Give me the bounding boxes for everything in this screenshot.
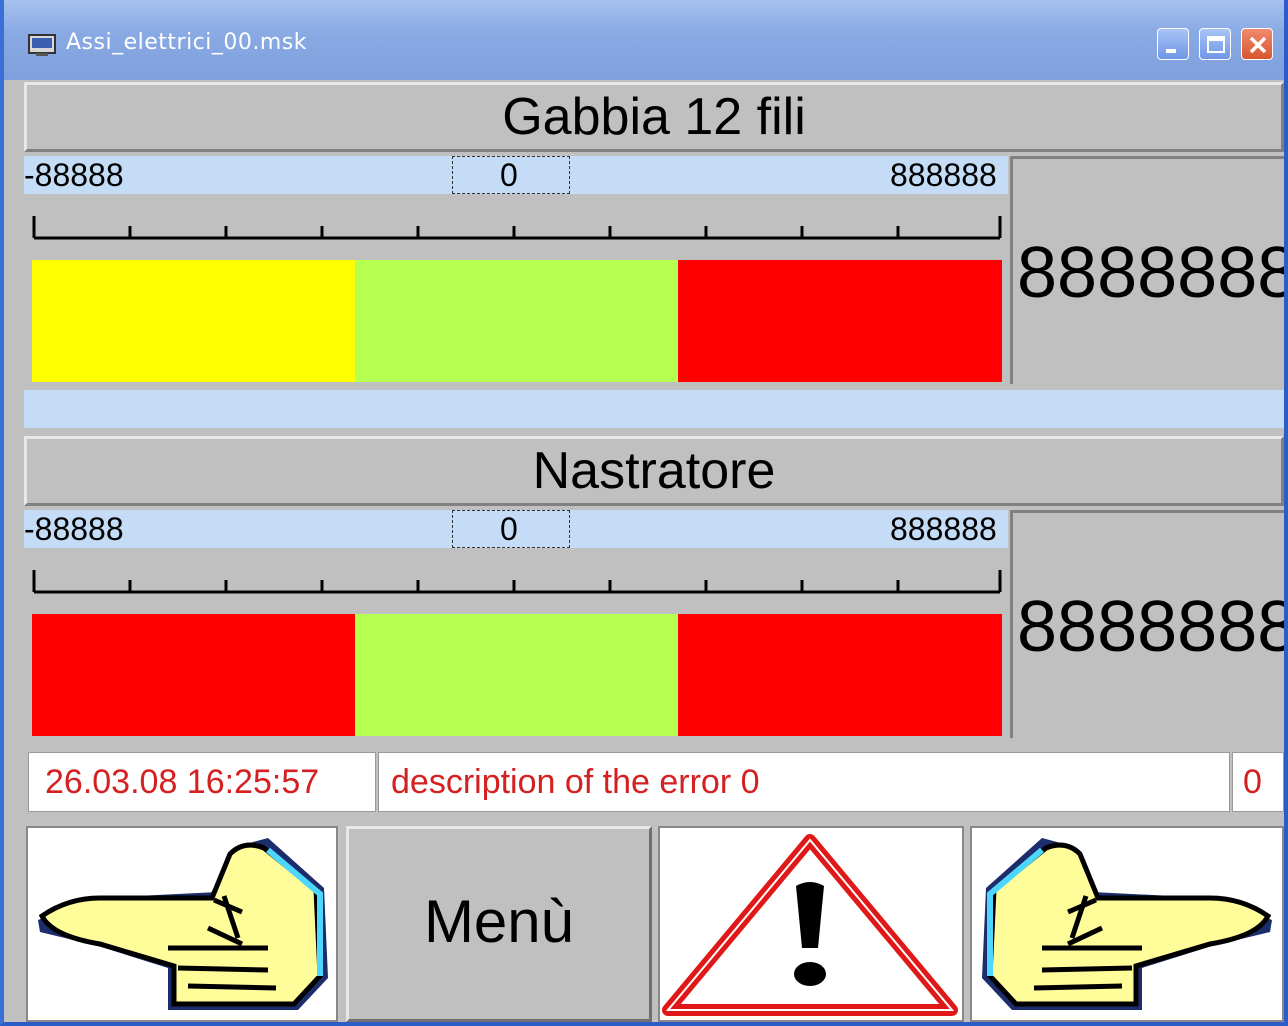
scale-max-label: 888888 bbox=[890, 511, 997, 547]
scale-min-label: -88888 bbox=[24, 157, 124, 193]
scale-max-label: 888888 bbox=[890, 157, 997, 193]
bar-segment-low bbox=[32, 614, 355, 736]
bar-segment-mid bbox=[355, 614, 678, 736]
bar-segment-mid bbox=[355, 260, 678, 382]
warning-triangle-icon bbox=[662, 834, 958, 1016]
hand-pointing-left-icon bbox=[38, 838, 328, 1010]
value-text: 8888888 bbox=[1017, 587, 1284, 667]
scale-labels-nastratore: -88888 0 888888 bbox=[24, 510, 1008, 548]
previous-page-button[interactable] bbox=[26, 826, 338, 1022]
alarm-bar: 26.03.08 16:25:57 description of the err… bbox=[24, 746, 1284, 818]
app-icon bbox=[28, 34, 56, 56]
scale-zero-label: 0 bbox=[500, 157, 518, 193]
bar-segment-high bbox=[678, 614, 1002, 736]
window-title: Assi_elettrici_00.msk bbox=[66, 30, 308, 55]
alarm-timestamp: 26.03.08 16:25:57 bbox=[28, 752, 376, 812]
hmi-window: Assi_elettrici_00.msk Gabbia 12 fili -88… bbox=[0, 0, 1288, 1026]
separator-row bbox=[24, 390, 1284, 428]
scale-labels-gabbia: -88888 0 888888 bbox=[24, 156, 1008, 194]
alarm-count: 0 bbox=[1232, 752, 1284, 812]
scale-ruler-nastratore bbox=[26, 554, 1006, 608]
bar-nastratore bbox=[24, 608, 1010, 740]
scale-min-label: -88888 bbox=[24, 511, 124, 547]
value-display-gabbia: 8888888 bbox=[1010, 156, 1284, 384]
maximize-button[interactable] bbox=[1199, 28, 1231, 60]
bar-gabbia bbox=[24, 254, 1010, 386]
scale-zero-label: 0 bbox=[500, 511, 518, 547]
maximize-icon bbox=[1207, 36, 1225, 53]
alarm-description: description of the error 0 bbox=[378, 752, 1230, 812]
axis-title-gabbia: Gabbia 12 fili bbox=[24, 82, 1284, 152]
close-icon bbox=[1249, 36, 1267, 54]
minimize-button[interactable] bbox=[1157, 28, 1189, 60]
next-page-button[interactable] bbox=[970, 826, 1284, 1022]
hand-pointing-right-icon bbox=[982, 838, 1272, 1010]
menu-button[interactable]: Menù bbox=[346, 826, 652, 1022]
axis-title-nastratore: Nastratore bbox=[24, 436, 1284, 506]
bar-segment-high bbox=[678, 260, 1002, 382]
value-text: 8888888 bbox=[1017, 233, 1284, 313]
alarm-button[interactable] bbox=[658, 826, 964, 1022]
value-display-nastratore: 8888888 bbox=[1010, 510, 1284, 738]
minimize-icon bbox=[1166, 49, 1176, 53]
scale-ruler-gabbia bbox=[26, 200, 1006, 254]
close-button[interactable] bbox=[1241, 28, 1273, 60]
title-bar[interactable]: Assi_elettrici_00.msk bbox=[4, 0, 1284, 80]
bar-segment-low bbox=[32, 260, 355, 382]
